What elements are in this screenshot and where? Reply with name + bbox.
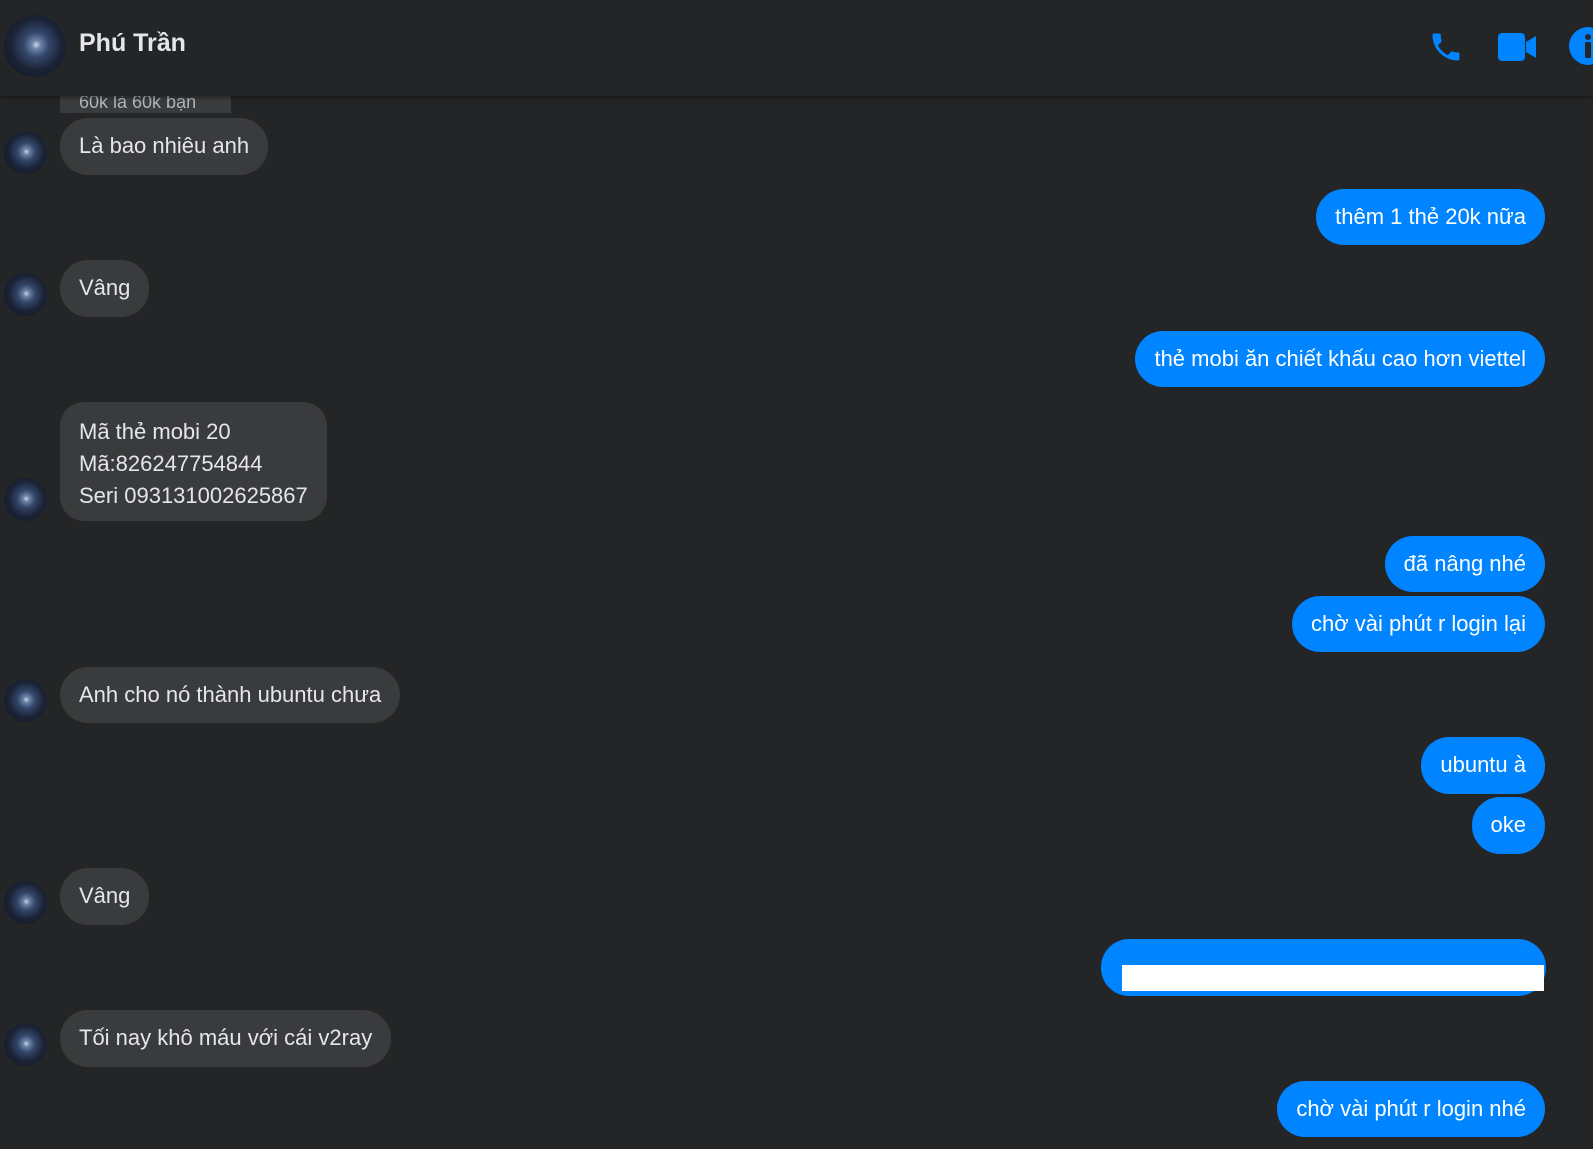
outgoing-message[interactable]: ubuntu à bbox=[1421, 737, 1545, 794]
info-icon[interactable] bbox=[1568, 26, 1593, 66]
outgoing-message[interactable]: oke bbox=[1471, 797, 1545, 854]
outgoing-message[interactable]: đã nâng nhé bbox=[1384, 536, 1545, 592]
sender-avatar[interactable] bbox=[4, 1023, 47, 1066]
sender-avatar[interactable] bbox=[4, 881, 47, 924]
incoming-message[interactable]: Vâng bbox=[60, 260, 150, 317]
incoming-message[interactable]: Anh cho nó thành ubuntu chưa bbox=[60, 667, 401, 723]
sender-avatar[interactable] bbox=[4, 679, 47, 722]
incoming-message-card-code[interactable]: Mã thẻ mobi 20 Mã:826247754844 Seri 0931… bbox=[60, 402, 327, 521]
phone-icon[interactable] bbox=[1428, 29, 1464, 65]
conversation-header: Phú Trần bbox=[0, 0, 1593, 96]
video-camera-icon[interactable] bbox=[1498, 31, 1538, 63]
incoming-message[interactable]: Vâng bbox=[60, 868, 150, 925]
outgoing-message[interactable]: chờ vài phút r login nhé bbox=[1277, 1081, 1545, 1137]
incoming-message[interactable]: Là bao nhiêu anh bbox=[60, 118, 269, 175]
sender-avatar[interactable] bbox=[4, 273, 47, 316]
outgoing-message[interactable]: thẻ mobi ăn chiết khấu cao hơn viettel bbox=[1135, 331, 1545, 387]
outgoing-message[interactable]: chờ vài phút r login lại bbox=[1292, 596, 1545, 652]
outgoing-message[interactable]: thêm 1 thẻ 20k nữa bbox=[1316, 189, 1545, 245]
contact-name[interactable]: Phú Trần bbox=[79, 29, 186, 58]
contact-avatar[interactable] bbox=[4, 15, 66, 77]
redaction-box bbox=[1122, 965, 1544, 991]
incoming-message[interactable]: Tối nay khô máu với cái v2ray bbox=[60, 1010, 392, 1067]
sender-avatar[interactable] bbox=[4, 478, 47, 521]
sender-avatar[interactable] bbox=[4, 131, 47, 174]
